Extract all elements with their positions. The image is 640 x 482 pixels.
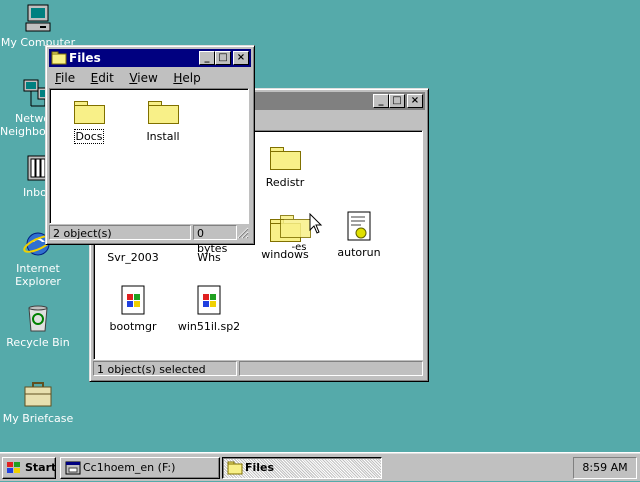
title-bar-active[interactable]: Files _ □ × — [49, 49, 251, 67]
desktop-icon-label-line1: Internet — [16, 262, 60, 275]
window-title: Files — [69, 51, 101, 65]
folder-icon — [279, 209, 311, 241]
drive-window-icon — [65, 461, 81, 475]
taskbar-button-files[interactable]: Files — [222, 457, 382, 479]
taskbar: Start Cc1hoem_en (F:) Files 8:59 AM — [0, 452, 640, 481]
desktop-icon-label-line2: Explorer — [15, 275, 61, 288]
briefcase-icon — [22, 378, 54, 410]
desktop-icon-label: My Briefcase — [2, 412, 74, 425]
clock[interactable]: 8:59 AM — [582, 461, 627, 474]
item-label: bootmgr — [109, 320, 157, 333]
list-item-folder[interactable]: Install — [128, 95, 198, 143]
menu-bar: File Edit View Help — [49, 69, 251, 87]
list-item-file[interactable]: autorun — [324, 211, 394, 259]
desktop-icon-my-briefcase[interactable]: My Briefcase — [0, 378, 76, 425]
desktop-icon-my-computer[interactable]: My Computer — [0, 2, 76, 49]
resize-grip-icon[interactable] — [237, 227, 249, 239]
system-file-icon — [117, 285, 149, 317]
item-label: -es — [291, 242, 307, 253]
status-bar: 2 object(s) 0 bytes — [49, 225, 249, 255]
maximize-button[interactable]: □ — [389, 94, 405, 108]
folder-icon — [73, 95, 105, 127]
windows-logo-icon — [6, 461, 22, 475]
mouse-pointer-icon — [309, 212, 323, 235]
close-button[interactable]: × — [407, 94, 423, 108]
taskbar-button-label: Cc1hoem_en (F:) — [83, 461, 176, 474]
system-file-icon — [193, 285, 225, 317]
start-button[interactable]: Start — [2, 457, 56, 479]
item-label: Svr_2003 — [107, 251, 159, 264]
folder-icon — [51, 51, 67, 65]
item-label: autorun — [337, 246, 381, 259]
menu-accel: H — [173, 71, 183, 85]
recycle-bin-icon — [22, 302, 54, 334]
list-item-folder[interactable]: Docs — [54, 95, 124, 144]
taskbar-button-drive[interactable]: Cc1hoem_en (F:) — [60, 457, 220, 479]
menu-label-rest: dit — [98, 71, 114, 85]
system-tray: 8:59 AM — [573, 457, 637, 479]
menu-help[interactable]: Help — [167, 69, 206, 85]
maximize-button[interactable]: □ — [215, 51, 231, 65]
folder-icon — [227, 461, 243, 475]
autorun-file-icon — [343, 211, 375, 243]
folder-contents-pane[interactable]: Docs Install — [49, 88, 249, 224]
menu-label-rest: ile — [61, 71, 76, 85]
folder-icon — [147, 95, 179, 127]
list-item-folder[interactable]: Redistr — [250, 141, 320, 189]
my-computer-icon — [22, 2, 54, 34]
list-item-file[interactable]: win51il.sp2 — [174, 285, 244, 333]
status-text: 1 object(s) selected — [93, 361, 237, 376]
menu-file[interactable]: File — [49, 69, 81, 85]
list-item-folder[interactable]: Svr_2003 — [98, 251, 168, 264]
start-label: Start — [25, 461, 57, 474]
minimize-button[interactable]: _ — [373, 94, 389, 108]
menu-label-rest: elp — [182, 71, 201, 85]
menu-edit[interactable]: Edit — [85, 69, 120, 85]
desktop-icon-label: Recycle Bin — [6, 336, 70, 349]
item-label: win51il.sp2 — [177, 320, 241, 333]
item-label: Install — [146, 130, 180, 143]
status-object-count: 2 object(s) — [49, 225, 191, 240]
desktop-icon-recycle-bin[interactable]: Recycle Bin — [0, 302, 76, 349]
status-size: 0 bytes — [193, 225, 237, 255]
status-size — [239, 361, 423, 376]
menu-view[interactable]: View — [123, 69, 163, 85]
minimize-button[interactable]: _ — [199, 51, 215, 65]
item-label: Redistr — [265, 176, 305, 189]
close-button[interactable]: × — [233, 51, 249, 65]
status-bar: 1 object(s) selected — [93, 361, 423, 378]
taskbar-button-label: Files — [245, 461, 275, 474]
item-label: Docs — [73, 129, 105, 144]
folder-icon — [269, 141, 301, 173]
explorer-window-files[interactable]: Files _ □ × File Edit View Help Docs Ins… — [45, 45, 255, 255]
list-item-file[interactable]: bootmgr — [98, 285, 168, 333]
menu-label-rest: iew — [137, 71, 158, 85]
